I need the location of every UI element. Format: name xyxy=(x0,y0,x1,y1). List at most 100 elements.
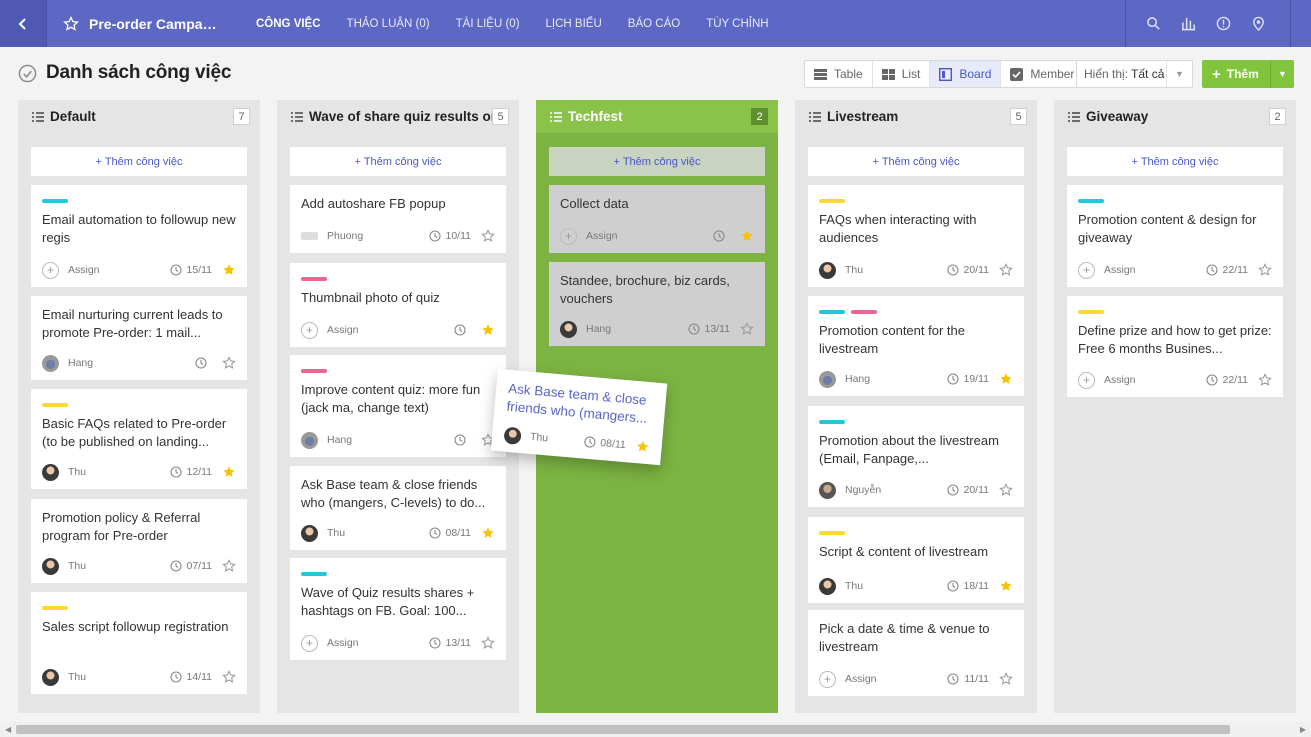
view-list-button[interactable]: List xyxy=(873,61,931,87)
avatar[interactable] xyxy=(301,524,318,542)
due-date[interactable]: 12/11 xyxy=(169,466,212,478)
due-date[interactable]: 13/11 xyxy=(687,323,730,335)
task-card[interactable]: Wave of Quiz results shares + hashtags o… xyxy=(290,558,506,660)
add-task-button[interactable]: + Thêm công việc xyxy=(549,147,765,176)
task-card[interactable]: FAQs when interacting with audiences Thu 2… xyxy=(808,185,1024,287)
avatar[interactable] xyxy=(42,557,59,575)
add-dropdown-button[interactable]: ▼ xyxy=(1270,60,1294,88)
star-icon[interactable] xyxy=(635,439,650,454)
column-header[interactable]: Livestream 5 xyxy=(795,100,1037,133)
due-date[interactable]: 22/11 xyxy=(1205,264,1248,276)
due-date[interactable] xyxy=(454,434,471,446)
assign-plus-icon[interactable]: + xyxy=(301,634,318,652)
task-card[interactable]: Sales script followup registration Thu 14/… xyxy=(31,592,247,694)
assign-plus-icon[interactable]: + xyxy=(819,670,836,688)
task-card[interactable]: Promotion about the livestream (Email, F… xyxy=(808,406,1024,507)
scrollbar-thumb[interactable] xyxy=(16,725,1230,734)
due-date[interactable]: 13/11 xyxy=(428,637,471,649)
task-card[interactable]: Basic FAQs related to Pre-order (to be p… xyxy=(31,389,247,489)
due-date[interactable]: 15/11 xyxy=(169,264,212,276)
avatar[interactable] xyxy=(301,431,318,449)
task-card[interactable]: Promotion policy & Referral program for … xyxy=(31,499,247,583)
task-card[interactable]: Improve content quiz: more fun (jack ma,… xyxy=(290,355,506,457)
star-icon[interactable] xyxy=(740,322,754,336)
column-header[interactable]: Giveaway 2 xyxy=(1054,100,1296,133)
star-icon[interactable] xyxy=(481,526,495,540)
assign-plus-icon[interactable]: + xyxy=(1078,261,1095,279)
avatar[interactable] xyxy=(301,232,318,240)
task-card[interactable]: Email nurturing current leads to promote… xyxy=(31,296,247,380)
due-date[interactable]: 08/11 xyxy=(428,527,471,539)
due-date[interactable] xyxy=(713,230,730,242)
add-task-button[interactable]: + Thêm công việc xyxy=(808,147,1024,176)
task-card[interactable]: Pick a date & time & venue to livestream… xyxy=(808,610,1024,696)
add-task-button[interactable]: + Thêm công việc xyxy=(1067,147,1283,176)
view-member-button[interactable]: Member xyxy=(1001,61,1083,87)
star-icon[interactable] xyxy=(481,636,495,650)
due-date[interactable] xyxy=(195,357,212,369)
task-card[interactable]: Script & content of livestream Thu 18/11 xyxy=(808,517,1024,603)
column-header[interactable]: Wave of share quiz results on FI5 xyxy=(277,100,519,133)
star-icon[interactable] xyxy=(999,372,1013,386)
due-date[interactable]: 20/11 xyxy=(946,484,989,496)
star-icon[interactable] xyxy=(481,323,495,337)
view-board-button[interactable]: Board xyxy=(930,61,1002,87)
display-filter-select[interactable]: Hiển thị: Tất cả ▼ xyxy=(1076,60,1193,88)
star-icon[interactable] xyxy=(222,559,236,573)
star-outline-icon[interactable] xyxy=(63,15,79,32)
star-icon[interactable] xyxy=(999,483,1013,497)
column-header[interactable]: Default 7 xyxy=(18,100,260,133)
tab-3[interactable]: LỊCH BIỂU xyxy=(533,0,615,47)
avatar[interactable] xyxy=(42,354,59,372)
tab-2[interactable]: TÀI LIỆU (0) xyxy=(443,0,533,47)
scroll-right-icon[interactable]: ▶ xyxy=(1300,725,1306,734)
task-card[interactable]: Email automation to followup new regis + A… xyxy=(31,185,247,287)
task-card[interactable]: Add autoshare FB popup Phuong 10/11 xyxy=(290,185,506,253)
task-card[interactable]: Define prize and how to get prize: Free … xyxy=(1067,296,1283,397)
avatar[interactable] xyxy=(503,426,522,445)
assign-plus-icon[interactable]: + xyxy=(560,227,577,245)
star-icon[interactable] xyxy=(1258,263,1272,277)
star-icon[interactable] xyxy=(222,356,236,370)
add-task-button[interactable]: + Thêm công việc xyxy=(31,147,247,176)
tab-4[interactable]: BÁO CÁO xyxy=(615,0,693,47)
back-button[interactable] xyxy=(0,0,47,47)
report-button[interactable] xyxy=(1171,0,1206,47)
horizontal-scrollbar[interactable]: ◀ ▶ xyxy=(0,722,1311,737)
avatar[interactable] xyxy=(42,668,59,686)
assign-plus-icon[interactable]: + xyxy=(301,321,318,339)
task-card[interactable]: Promotion content & design for giveaway +… xyxy=(1067,185,1283,287)
avatar[interactable] xyxy=(819,370,836,388)
avatar[interactable] xyxy=(819,261,836,279)
tab-1[interactable]: THẢO LUẬN (0) xyxy=(334,0,443,47)
scroll-left-icon[interactable]: ◀ xyxy=(5,725,11,734)
add-button[interactable]: + Thêm ▼ xyxy=(1202,60,1294,88)
star-icon[interactable] xyxy=(222,263,236,277)
due-date[interactable]: 11/11 xyxy=(947,673,989,685)
avatar[interactable] xyxy=(560,320,577,338)
help-button[interactable] xyxy=(1206,0,1241,47)
due-date[interactable]: 20/11 xyxy=(946,264,989,276)
assign-plus-icon[interactable]: + xyxy=(1078,371,1095,389)
column-header[interactable]: Techfest 2 xyxy=(536,100,778,133)
due-date[interactable]: 18/11 xyxy=(946,580,989,592)
avatar[interactable] xyxy=(819,577,836,595)
search-button[interactable] xyxy=(1136,0,1171,47)
view-table-button[interactable]: Table xyxy=(805,61,873,87)
star-icon[interactable] xyxy=(222,670,236,684)
star-icon[interactable] xyxy=(999,672,1013,686)
star-icon[interactable] xyxy=(999,263,1013,277)
due-date[interactable]: 14/11 xyxy=(169,671,212,683)
due-date[interactable] xyxy=(454,324,471,336)
star-icon[interactable] xyxy=(1258,373,1272,387)
star-icon[interactable] xyxy=(222,465,236,479)
tab-5[interactable]: TÙY CHỈNH xyxy=(693,0,781,47)
due-date[interactable]: 22/11 xyxy=(1205,374,1248,386)
project-title[interactable]: Pre-order Campaig... xyxy=(89,16,219,32)
dragging-card[interactable]: Ask Base team & close friends who (mange… xyxy=(490,368,668,466)
star-icon[interactable] xyxy=(481,229,495,243)
task-card[interactable]: Collect data + Assign xyxy=(549,185,765,253)
due-date[interactable]: 19/11 xyxy=(946,373,989,385)
task-card[interactable]: Ask Base team & close friends who (mange… xyxy=(290,466,506,550)
task-card[interactable]: Standee, brochure, biz cards, vouchers Ha… xyxy=(549,262,765,346)
